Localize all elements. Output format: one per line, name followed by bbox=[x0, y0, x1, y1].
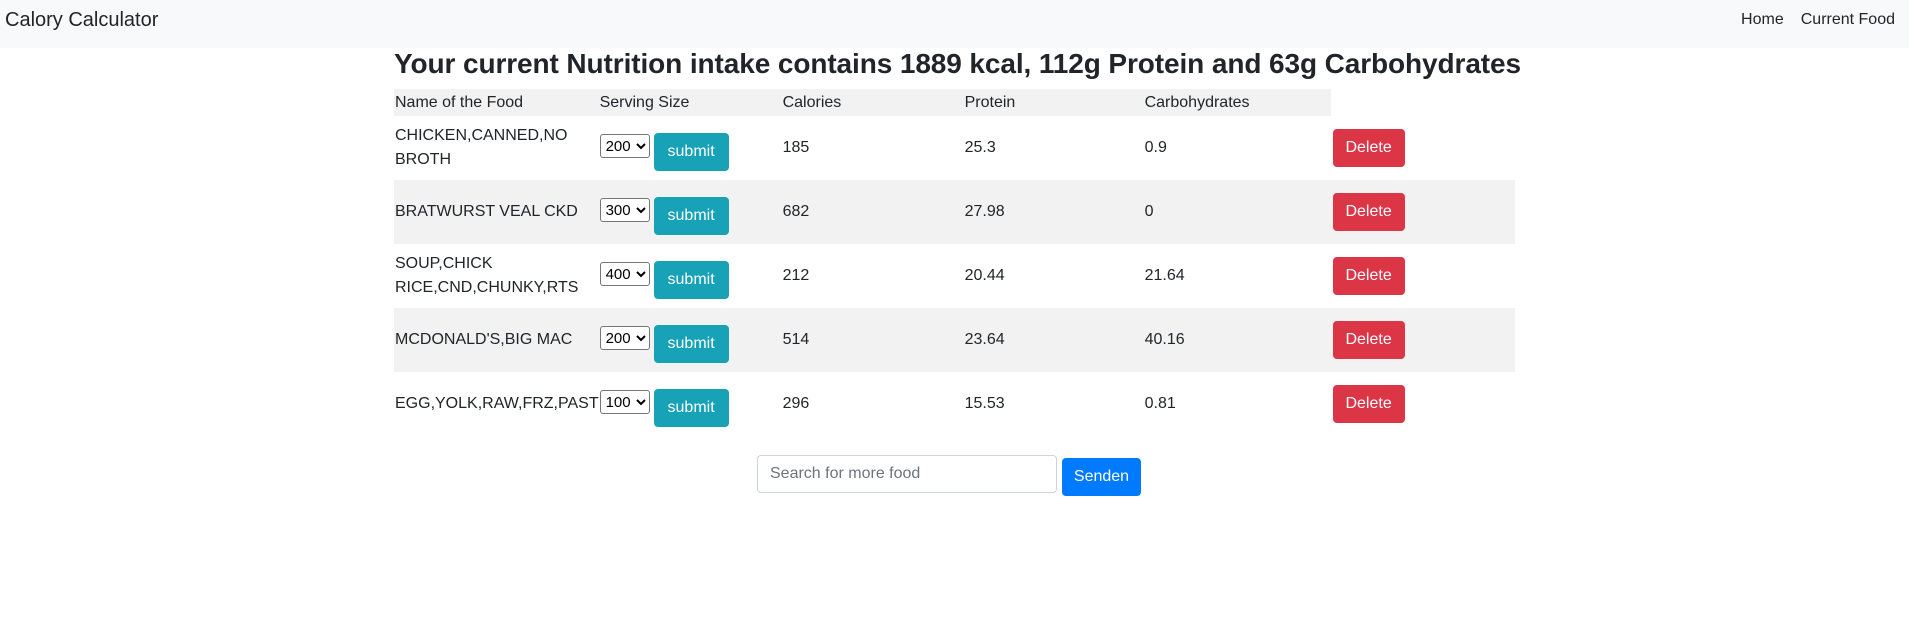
calories-value: 682 bbox=[781, 180, 964, 244]
calories-value: 185 bbox=[782, 139, 810, 156]
header-carbohydrates: Carbohydrates bbox=[1143, 89, 1331, 116]
protein-value: 23.64 bbox=[963, 308, 1144, 372]
submit-button[interactable]: submit bbox=[653, 388, 729, 427]
delete-button[interactable]: Delete bbox=[1332, 193, 1405, 231]
serving-size-cell: 100 submit bbox=[599, 372, 782, 436]
protein-value: 15.53 bbox=[964, 395, 1005, 412]
carbohydrates-value: 0.81 bbox=[1144, 395, 1176, 412]
serving-size-cell: 300 submit bbox=[598, 180, 782, 244]
carbohydrates-value: 40.16 bbox=[1143, 308, 1331, 372]
delete-button[interactable]: Delete bbox=[1332, 257, 1405, 295]
food-table: Name of the Food Serving Size Calories P… bbox=[394, 89, 1515, 436]
serving-size-form: 100 submit bbox=[599, 382, 782, 427]
actions-cell: Delete bbox=[1330, 308, 1515, 372]
food-name: MCDONALD'S,BIG MAC bbox=[394, 308, 599, 372]
page-title: Your current Nutrition intake contains 1… bbox=[394, 48, 1521, 79]
carbohydrates-value: 0.9 bbox=[1144, 139, 1167, 156]
submit-button[interactable]: submit bbox=[653, 324, 729, 363]
serving-size-select[interactable]: 400 bbox=[599, 262, 650, 286]
search-input[interactable] bbox=[757, 455, 1057, 493]
serving-size-form: 400 submit bbox=[599, 254, 782, 299]
serving-size-form: 300 submit bbox=[599, 190, 782, 235]
nav-link-home[interactable]: Home bbox=[1741, 11, 1784, 29]
serving-size-cell: 200 submit bbox=[598, 308, 782, 372]
serving-size-select[interactable]: 300 bbox=[599, 198, 650, 222]
table-header-row: Name of the Food Serving Size Calories P… bbox=[394, 89, 1515, 116]
navbar: Calory Calculator Home Current Food bbox=[0, 0, 1909, 48]
header-calories: Calories bbox=[781, 89, 964, 116]
actions-cell: Delete bbox=[1331, 372, 1515, 436]
actions-cell: Delete bbox=[1330, 180, 1515, 244]
send-button[interactable]: Senden bbox=[1062, 458, 1141, 496]
serving-size-select[interactable]: 200 bbox=[599, 134, 650, 158]
carbohydrates-value: 0 bbox=[1143, 180, 1331, 244]
submit-button[interactable]: submit bbox=[653, 196, 729, 235]
protein-value: 27.98 bbox=[963, 180, 1144, 244]
serving-size-form: 200 submit bbox=[599, 126, 782, 171]
header-actions bbox=[1330, 89, 1515, 116]
food-name: SOUP,CHICK RICE,CND,CHUNKY,RTS bbox=[395, 255, 579, 296]
header-name: Name of the Food bbox=[394, 89, 599, 116]
header-serving-size: Serving Size bbox=[598, 89, 782, 116]
submit-button[interactable]: submit bbox=[653, 260, 729, 299]
serving-size-form: 200 submit bbox=[599, 318, 782, 363]
nav-links: Home Current Food bbox=[1741, 11, 1895, 29]
protein-value: 25.3 bbox=[964, 139, 996, 156]
food-name: BRATWURST VEAL CKD bbox=[394, 180, 599, 244]
serving-size-select[interactable]: 200 bbox=[599, 326, 650, 350]
calories-value: 514 bbox=[781, 308, 964, 372]
calories-value: 296 bbox=[782, 395, 810, 412]
food-name: CHICKEN,CANNED,NO BROTH bbox=[395, 127, 568, 168]
serving-size-select[interactable]: 100 bbox=[599, 390, 650, 414]
table-row: CHICKEN,CANNED,NO BROTH 200 submit 185 25.3 0… bbox=[394, 116, 1515, 180]
delete-button[interactable]: Delete bbox=[1332, 321, 1405, 359]
serving-size-cell: 400 submit bbox=[599, 244, 782, 308]
carbohydrates-value: 21.64 bbox=[1144, 267, 1185, 284]
food-name: EGG,YOLK,RAW,FRZ,PAST bbox=[395, 395, 599, 412]
actions-cell: Delete bbox=[1331, 244, 1515, 308]
calories-value: 212 bbox=[782, 267, 810, 284]
delete-button[interactable]: Delete bbox=[1332, 129, 1405, 167]
table-row: EGG,YOLK,RAW,FRZ,PAST 100 submit 296 15.53 0.… bbox=[394, 372, 1515, 436]
actions-cell: Delete bbox=[1331, 116, 1515, 180]
submit-button[interactable]: submit bbox=[653, 132, 729, 171]
delete-button[interactable]: Delete bbox=[1332, 385, 1405, 423]
brand-link[interactable]: Calory Calculator bbox=[5, 9, 158, 32]
nav-link-current-food[interactable]: Current Food bbox=[1801, 11, 1895, 29]
table-row: SOUP,CHICK RICE,CND,CHUNKY,RTS 400 submit 2… bbox=[394, 244, 1515, 308]
table-row: BRATWURST VEAL CKD 300 submit 682 27.98 0 Dele… bbox=[394, 180, 1515, 244]
header-protein: Protein bbox=[963, 89, 1144, 116]
protein-value: 20.44 bbox=[964, 267, 1005, 284]
table-row: MCDONALD'S,BIG MAC 200 submit 514 23.64 40.16… bbox=[394, 308, 1515, 372]
serving-size-cell: 200 submit bbox=[599, 116, 782, 180]
